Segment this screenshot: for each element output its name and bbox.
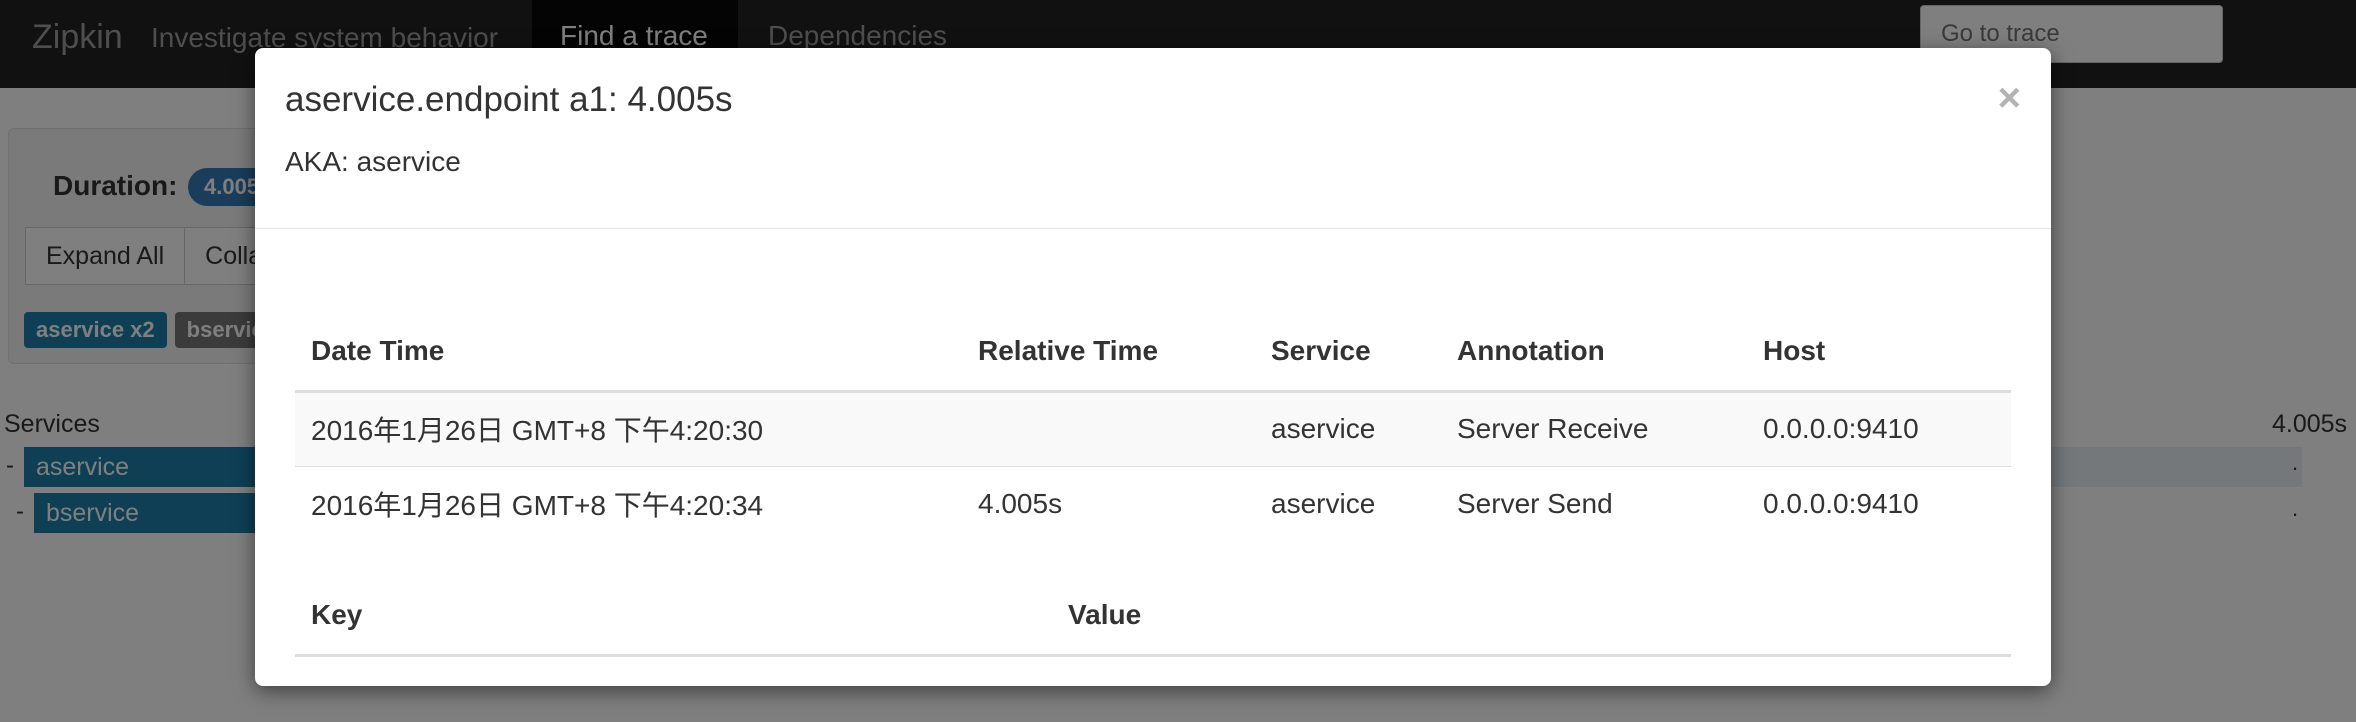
column-header-relative-time: Relative Time [962, 313, 1255, 393]
binary-annotations-table: Key Value [295, 577, 2011, 657]
table-header-row: Date Time Relative Time Service Annotati… [295, 313, 2011, 393]
column-header-host: Host [1747, 313, 2011, 393]
cell-relative-time: 4.005s [962, 465, 1255, 541]
cell-service: aservice [1255, 391, 1441, 466]
annotations-table: Date Time Relative Time Service Annotati… [295, 313, 2011, 541]
column-header-date-time: Date Time [295, 313, 962, 393]
column-header-value: Value [1052, 577, 2011, 657]
cell-host: 0.0.0.0:9410 [1747, 391, 2011, 466]
cell-relative-time [962, 391, 1255, 466]
cell-annotation: Server Send [1441, 465, 1747, 541]
column-header-annotation: Annotation [1441, 313, 1747, 393]
table-header-row: Key Value [295, 577, 2011, 657]
column-header-key: Key [295, 577, 1052, 657]
column-header-service: Service [1255, 313, 1441, 393]
close-icon[interactable]: × [1998, 76, 2021, 121]
cell-date-time: 2016年1月26日 GMT+8 下午4:20:34 [295, 465, 962, 541]
span-detail-modal: aservice.endpoint a1: 4.005s × AKA: aser… [255, 48, 2051, 686]
modal-title: aservice.endpoint a1: 4.005s [285, 80, 733, 119]
table-row: 2016年1月26日 GMT+8 下午4:20:30 aservice Serv… [295, 391, 2011, 466]
cell-annotation: Server Receive [1441, 391, 1747, 466]
table-row: 2016年1月26日 GMT+8 下午4:20:34 4.005s aservi… [295, 465, 2011, 541]
modal-header-divider [255, 228, 2051, 229]
cell-service: aservice [1255, 465, 1441, 541]
modal-aka-text: AKA: aservice [285, 146, 461, 177]
cell-date-time: 2016年1月26日 GMT+8 下午4:20:30 [295, 391, 962, 466]
cell-host: 0.0.0.0:9410 [1747, 465, 2011, 541]
